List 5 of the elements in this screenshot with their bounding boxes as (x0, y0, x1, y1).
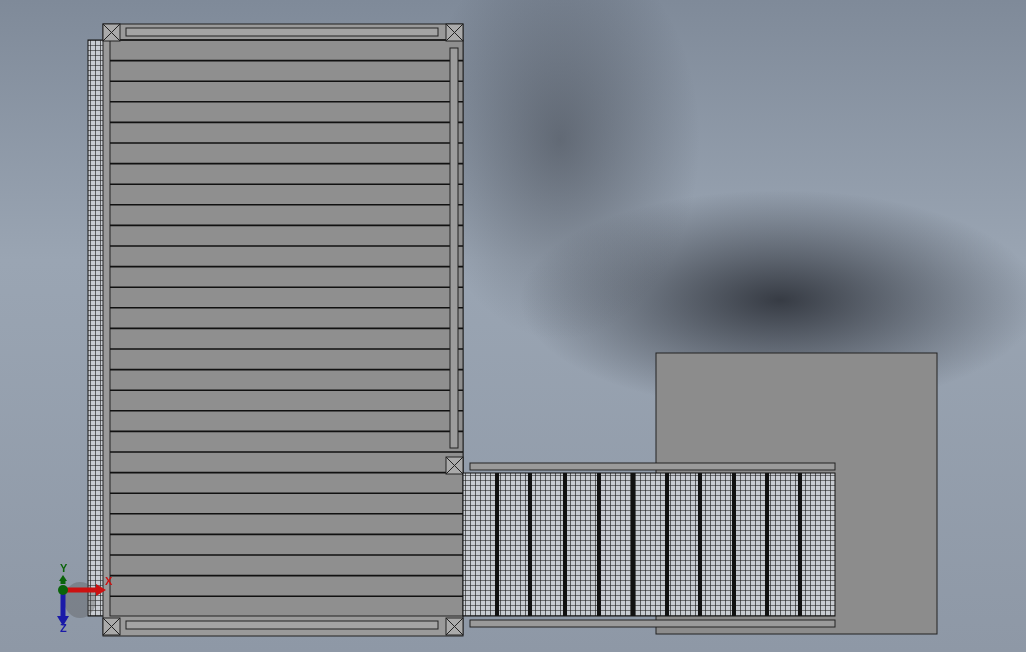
axis-label: Z (60, 622, 67, 634)
triad-shadow (64, 582, 96, 618)
triad-origin-icon (58, 585, 68, 595)
axis-label: Y (60, 562, 68, 574)
axis-label: X (105, 575, 113, 587)
